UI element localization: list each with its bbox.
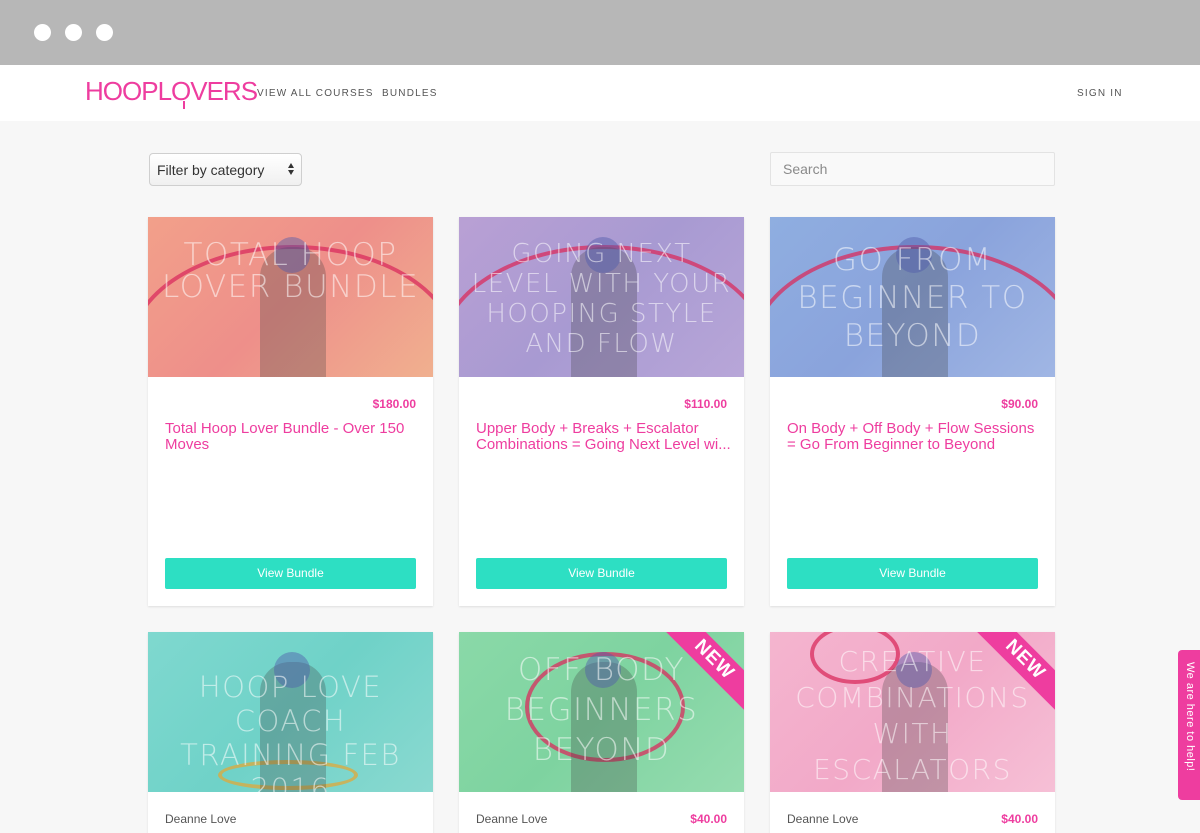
card-price: $110.00 [684,397,727,411]
search-input[interactable] [770,152,1055,186]
card-thumbnail[interactable]: OFF BODY BEGINNERS BEYOND NEW [459,632,744,792]
card-thumbnail[interactable]: GO FROM BEGINNER TO BEYOND [770,217,1055,377]
card-price: $90.00 [1001,397,1038,411]
view-bundle-button[interactable]: View Bundle [165,558,416,589]
card-price: $180.00 [372,397,416,411]
card-thumbnail[interactable]: CREATIVE COMBINATIONS WITH ESCALATORS NE… [770,632,1055,792]
bundle-card[interactable]: GO FROM BEGINNER TO BEYOND $90.00 On Bod… [770,217,1055,606]
nav-bundles[interactable]: BUNDLES [382,88,438,100]
card-title[interactable]: On Body + Off Body + Flow Sessions = Go … [787,421,1042,453]
card-image-title: HOOP LOVE COACH TRAINING FEB 2016 [180,670,401,792]
category-filter-select[interactable]: Filter by category [149,153,302,186]
card-title[interactable]: Total Hoop Lover Bundle - Over 150 Moves [165,421,420,453]
card-thumbnail[interactable]: TOTAL HOOP LOVER BUNDLE [148,217,433,377]
card-image-title: OFF BODY BEGINNERS BEYOND [504,652,699,768]
card-price: $40.00 [690,812,727,826]
card-image-title: GOING NEXT LEVEL WITH YOUR HOOPING STYLE… [471,239,732,359]
course-card[interactable]: CREATIVE COMBINATIONS WITH ESCALATORS NE… [770,632,1055,833]
course-card[interactable]: HOOP LOVE COACH TRAINING FEB 2016 Deanne… [148,632,433,833]
sign-in-link[interactable]: SIGN IN [1077,88,1123,100]
card-thumbnail[interactable]: HOOP LOVE COACH TRAINING FEB 2016 [148,632,433,792]
card-image-title: CREATIVE COMBINATIONS WITH ESCALATORS [795,645,1030,786]
card-title[interactable]: Upper Body + Breaks + Escalator Combinat… [476,421,731,453]
bundle-card[interactable]: TOTAL HOOP LOVER BUNDLE $180.00 Total Ho… [148,217,433,606]
view-bundle-button[interactable]: View Bundle [787,558,1038,589]
logo-hoop-tail [183,101,185,109]
view-bundle-button[interactable]: View Bundle [476,558,727,589]
window-maximize-dot[interactable] [96,24,113,41]
bundle-card[interactable]: GOING NEXT LEVEL WITH YOUR HOOPING STYLE… [459,217,744,606]
card-author: Deanne Love [476,812,548,826]
course-card[interactable]: OFF BODY BEGINNERS BEYOND NEW Deanne Lov… [459,632,744,833]
window-minimize-dot[interactable] [65,24,82,41]
window-close-dot[interactable] [34,24,51,41]
card-image-title: GO FROM BEGINNER TO BEYOND [797,242,1028,354]
site-logo[interactable]: HOOPLOVERS [85,76,258,109]
nav-view-all-courses[interactable]: VIEW ALL COURSES [257,88,374,100]
help-tab-label: We are here to help! [1184,662,1196,772]
help-tab[interactable]: We are here to help! [1178,650,1200,800]
card-thumbnail[interactable]: GOING NEXT LEVEL WITH YOUR HOOPING STYLE… [459,217,744,377]
card-price: $40.00 [1001,812,1038,826]
card-author: Deanne Love [165,812,237,826]
card-image-title: TOTAL HOOP LOVER BUNDLE [161,237,420,305]
category-filter-value: Filter by category [157,162,265,178]
card-author: Deanne Love [787,812,859,826]
select-arrows-icon [287,163,295,177]
browser-chrome [0,0,1200,65]
logo-text: HOOPLOVERS [85,76,258,106]
top-nav: HOOPLOVERS VIEW ALL COURSES BUNDLES SIGN… [0,65,1200,121]
